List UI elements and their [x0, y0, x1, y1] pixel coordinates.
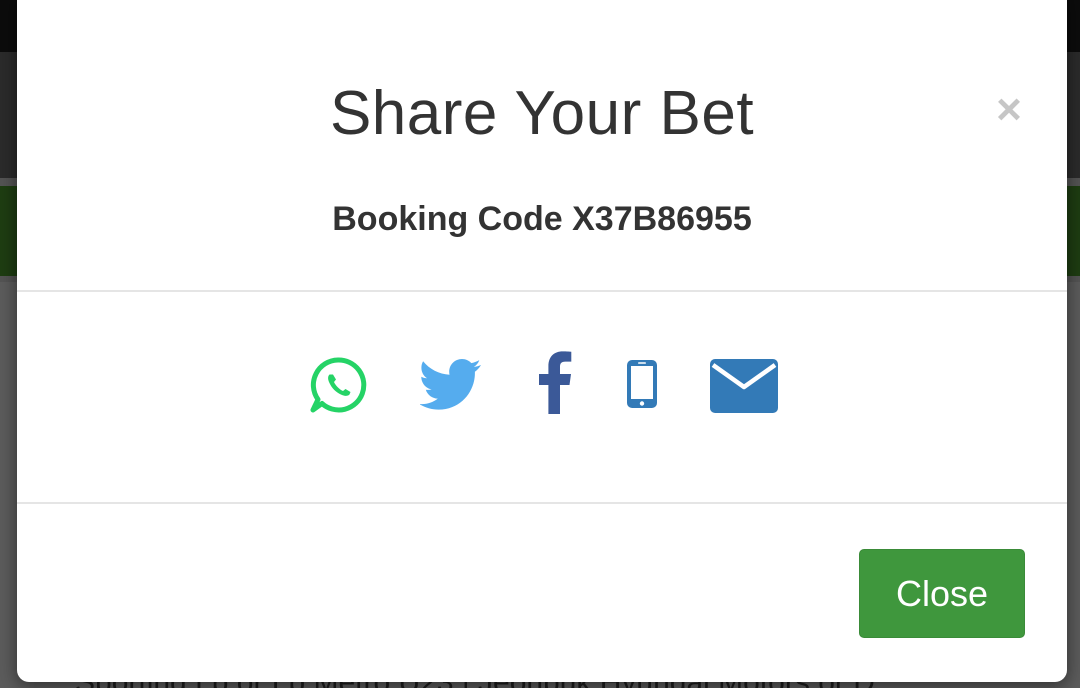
close-button[interactable]: Close — [859, 549, 1025, 638]
email-icon[interactable] — [709, 358, 779, 414]
booking-code: Booking Code X37B86955 — [332, 200, 752, 238]
modal-title: Share Your Bet — [329, 79, 755, 148]
facebook-icon[interactable] — [537, 349, 573, 415]
whatsapp-icon[interactable] — [307, 354, 369, 416]
share-bet-modal: Share Your Bet Booking Code X37B86955 × — [17, 0, 1067, 682]
twitter-icon[interactable] — [419, 358, 483, 412]
share-icons-row — [17, 292, 1067, 504]
close-x-button[interactable]: × — [991, 88, 1027, 132]
modal-header: Share Your Bet Booking Code X37B86955 × — [17, 0, 1067, 292]
mobile-phone-icon[interactable] — [625, 358, 659, 410]
